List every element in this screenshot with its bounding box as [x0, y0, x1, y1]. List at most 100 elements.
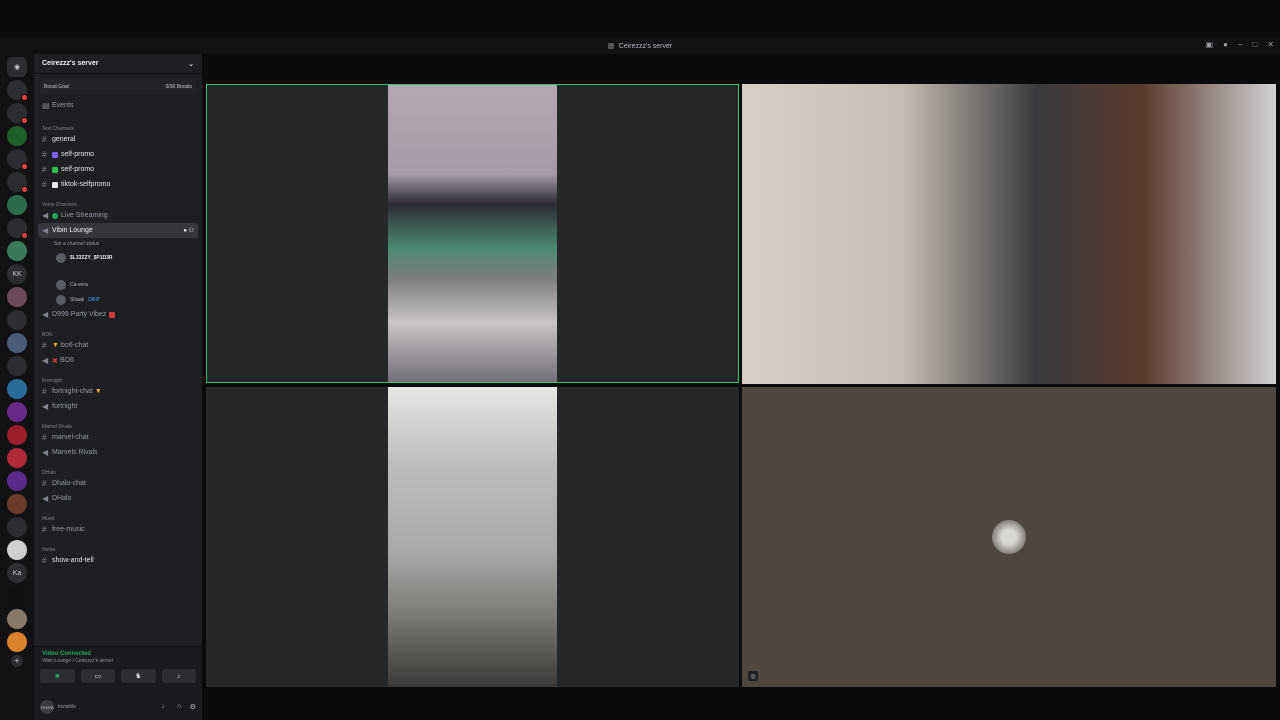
maximize-icon[interactable]: □ [1252, 40, 1257, 49]
boost-count: 0/30 Boosts [165, 84, 192, 90]
discord-home-icon[interactable]: ◉ [7, 57, 27, 77]
avatar [56, 294, 66, 305]
channel-dhalo-chat[interactable]: # Dhalo-chat [34, 476, 202, 491]
server-icon-1[interactable] [7, 80, 28, 101]
voice-user-3[interactable]: Ca-vera [34, 277, 202, 292]
fortnight-category[interactable]: Fortnight [34, 371, 202, 384]
user-status: Invisible [58, 704, 77, 710]
server-icon-19[interactable] [7, 494, 27, 514]
server-icon-10[interactable] [7, 287, 27, 307]
speaker-icon: ◀ [42, 211, 49, 220]
channel-label: D999 Party Vibez [52, 311, 107, 318]
server-icon-21[interactable] [7, 540, 27, 560]
channel-live-streaming[interactable]: ◀ Live Streaming [34, 208, 202, 223]
server-icon-23[interactable] [7, 586, 27, 606]
voice-user-1[interactable]: $L33ZZY_$P1D3R [34, 250, 202, 265]
server-icon-2[interactable] [7, 103, 28, 124]
user-avatar[interactable]: YENTA [40, 700, 54, 714]
voice-buttons: ■ ▭ ♞ ♪ [34, 665, 202, 687]
camera-button[interactable]: ■ [40, 669, 75, 683]
help-icon[interactable]: ● [1223, 40, 1228, 49]
channel-marvel-voice[interactable]: ◀ Marvels Rivals [34, 445, 202, 460]
screen-share-button[interactable]: ▭ [80, 669, 115, 683]
server-icon-25[interactable] [7, 632, 27, 652]
soundboard-button[interactable]: ♪ [161, 669, 196, 683]
voice-user-2[interactable] [34, 265, 202, 277]
minimize-icon[interactable]: – [1238, 40, 1242, 49]
channel-self-promo-2[interactable]: # self-promo [34, 162, 202, 177]
channel-fortnight-voice[interactable]: ◀ fortnight [34, 399, 202, 414]
server-icon-24[interactable] [7, 609, 27, 629]
channel-general[interactable]: # general [34, 132, 202, 147]
channel-bo6-voice[interactable]: ◀ ✖ BO6 [34, 353, 202, 368]
channel-tiktok-selfpromo[interactable]: # tiktok-selfpromo [34, 177, 202, 192]
close-icon[interactable]: ✕ [1267, 40, 1274, 49]
server-icon-ka[interactable]: Ka [7, 563, 27, 583]
channel-marvel-chat[interactable]: # marvel-chat [34, 430, 202, 445]
server-icon-12[interactable] [7, 333, 27, 353]
channel-show-and-tell[interactable]: # show-and-tell [34, 553, 202, 568]
events-item[interactable]: ▤ Events [34, 98, 202, 113]
chevron-down-icon: ⌄ [188, 60, 194, 68]
server-icon-5[interactable] [7, 172, 28, 193]
channel-fortnight-chat[interactable]: # fortnight-chat ▼ [34, 384, 202, 399]
text-channels-category[interactable]: Text Channels [34, 119, 202, 132]
title-bar: Ceirezzz's server ▣ ● – □ ✕ [0, 38, 1280, 54]
video-tile-3[interactable] [206, 387, 739, 687]
voice-user-4[interactable]: Shaak DRIP [34, 292, 202, 307]
channel-label: BO6 [59, 357, 74, 364]
server-icon-4[interactable] [7, 149, 28, 170]
server-icon-16[interactable] [7, 425, 27, 445]
herbs-category[interactable]: Herbs [34, 540, 202, 553]
marvel-category[interactable]: Marvel Rivals [34, 417, 202, 430]
server-icon-14[interactable] [7, 379, 27, 399]
channel-bo6-chat[interactable]: # ▼ bo6-chat [34, 338, 202, 353]
speaker-icon: ◀ [42, 402, 49, 411]
channel-party-vibes[interactable]: ◀ D999 Party Vibez [34, 307, 202, 322]
bo6-category[interactable]: BO6 [34, 325, 202, 338]
server-icon-3[interactable] [7, 126, 27, 146]
add-server-icon[interactable]: + [11, 655, 23, 667]
activity-button[interactable]: ♞ [121, 669, 156, 683]
server-header[interactable]: Ceirezzz's server ⌄ [34, 54, 202, 74]
server-icon-kk[interactable]: KK [7, 264, 27, 284]
server-icon-20[interactable] [7, 517, 27, 537]
channel-label: marvel-chat [52, 434, 89, 441]
headphones-icon[interactable]: ∩ [177, 703, 182, 711]
server-icon-8[interactable] [7, 241, 27, 261]
hash-icon: # [42, 433, 47, 442]
microphone-icon[interactable]: ♩ [162, 703, 169, 711]
video-tile-1[interactable] [206, 84, 739, 383]
events-label: Events [52, 102, 74, 109]
server-icon-13[interactable] [7, 356, 27, 376]
video-tile-2[interactable] [742, 84, 1276, 384]
green-dot-icon [52, 212, 58, 219]
trophy-icon: ▼ [52, 342, 59, 349]
chat-icon[interactable]: ● ⚇ [183, 227, 194, 234]
server-icon-15[interactable] [7, 402, 27, 422]
channel-free-music[interactable]: # free-music [34, 522, 202, 537]
voice-connection-panel: Video Connected Vibin Lounge / Ceirezzz'… [34, 646, 202, 694]
server-list: ◉ KK Ka + [0, 54, 34, 720]
voice-location[interactable]: Vibin Lounge / Ceirezzz's server [34, 657, 202, 665]
dhalo-category[interactable]: DHalo [34, 463, 202, 476]
server-icon-17[interactable] [7, 448, 27, 468]
settings-gear-icon[interactable]: ⚙ [190, 703, 196, 711]
boost-goal-bar[interactable]: Boost Goal 0/30 Boosts [40, 80, 196, 94]
server-icon-6[interactable] [7, 195, 27, 215]
channel-label: tiktok-selfpromo [61, 181, 111, 188]
inbox-icon[interactable]: ▣ [1206, 40, 1214, 49]
video-tile-4[interactable]: ◎ [742, 387, 1276, 687]
channel-vibin-lounge[interactable]: ◀ Vibin Lounge ● ⚇ [38, 223, 198, 238]
channel-self-promo-1[interactable]: # self-promo [34, 147, 202, 162]
server-icon-18[interactable] [7, 471, 27, 491]
channel-dhalo-voice[interactable]: ◀ DHalo [34, 491, 202, 506]
voice-channels-category[interactable]: Voice Channels [34, 195, 202, 208]
avatar [56, 279, 66, 290]
hash-icon: # [42, 135, 47, 144]
channel-label: Dhalo-chat [52, 480, 86, 487]
set-channel-status[interactable]: Set a channel status [34, 238, 202, 250]
server-icon-11[interactable] [7, 310, 27, 330]
server-icon-7[interactable] [7, 218, 28, 239]
music-category[interactable]: Music [34, 509, 202, 522]
